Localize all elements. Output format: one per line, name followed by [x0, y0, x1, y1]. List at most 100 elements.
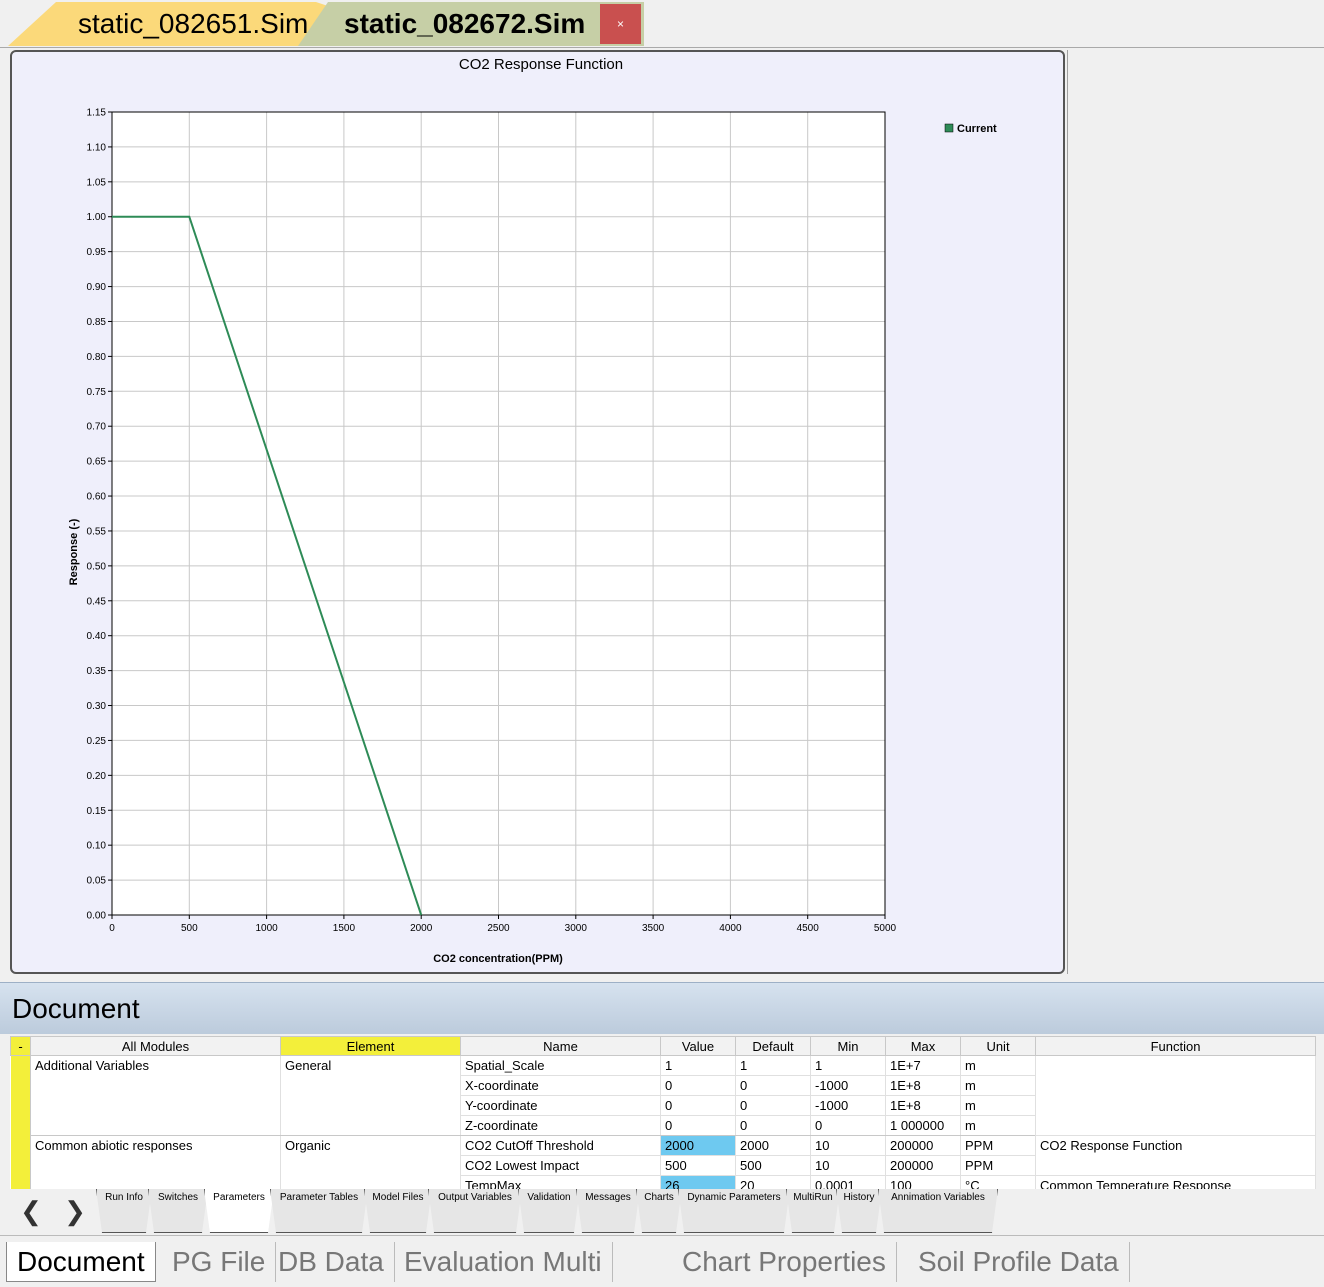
min-cell: 10: [810, 1135, 886, 1156]
value-cell-selected[interactable]: 2000: [660, 1135, 736, 1156]
x-tick-label: 1500: [333, 923, 356, 934]
x-tick-label: 3000: [565, 923, 588, 934]
pane-tab-evaluation-multi[interactable]: Evaluation Multi: [394, 1242, 613, 1282]
group-marker: [10, 1055, 31, 1189]
element-cell[interactable]: Organic: [280, 1135, 461, 1189]
y-tick-label: 0.95: [87, 247, 107, 258]
sheet-tab-history[interactable]: History: [836, 1189, 882, 1233]
y-tick-label: 0.30: [87, 701, 107, 712]
sheet-tab-validation[interactable]: Validation: [518, 1189, 580, 1233]
sheet-tab-output-variables[interactable]: Output Variables: [428, 1189, 522, 1233]
unit-cell: m: [960, 1095, 1036, 1116]
legend: Current: [944, 123, 997, 135]
column-header-value[interactable]: Value: [660, 1036, 736, 1056]
y-tick-label: 0.80: [87, 352, 107, 363]
column-header-unit[interactable]: Unit: [960, 1036, 1036, 1056]
close-tab-button[interactable]: ×: [600, 4, 641, 44]
element-cell[interactable]: General: [280, 1055, 461, 1136]
min-cell: 1: [810, 1055, 886, 1076]
y-tick-label: 0.85: [87, 317, 107, 328]
y-tick-label: 0.65: [87, 457, 107, 468]
x-tick-label: 4500: [797, 923, 820, 934]
column-header-function[interactable]: Function: [1035, 1036, 1316, 1056]
y-axis-ticks: 0.00 0.05 0.10 0.15 0.20 0.25 0.30 0.35 0.40 0.45…: [87, 108, 112, 922]
max-cell: 1E+8: [885, 1095, 961, 1116]
parameter-grid: - All Modules Element Name Value Default…: [10, 1036, 1316, 1189]
max-cell: 100: [885, 1175, 961, 1189]
value-cell[interactable]: 0: [660, 1075, 736, 1096]
column-header-default[interactable]: Default: [735, 1036, 811, 1056]
sheet-tab-messages[interactable]: Messages: [576, 1189, 640, 1233]
app-window: static_082651.Sim static_082672.Sim × CO…: [0, 0, 1324, 1287]
default-cell: 0: [735, 1115, 811, 1136]
doc-tab-static-082672[interactable]: static_082672.Sim: [298, 2, 644, 46]
name-cell: TempMax: [460, 1175, 661, 1189]
collapse-toggle[interactable]: -: [10, 1036, 31, 1056]
y-tick-label: 0.70: [87, 422, 107, 433]
column-header-all-modules[interactable]: All Modules: [30, 1036, 281, 1056]
doc-tab-static-082651[interactable]: static_082651.Sim: [8, 2, 328, 46]
chart-title: CO2 Response Function: [459, 56, 623, 73]
column-header-min[interactable]: Min: [810, 1036, 886, 1056]
function-cell[interactable]: Common Temperature Response: [1035, 1175, 1316, 1189]
name-cell: X-coordinate: [460, 1075, 661, 1096]
document-pane-header: Document: [0, 982, 1324, 1034]
column-header-element[interactable]: Element: [280, 1036, 461, 1056]
max-cell: 200000: [885, 1135, 961, 1156]
value-cell[interactable]: 1: [660, 1055, 736, 1076]
y-tick-label: 0.90: [87, 282, 107, 293]
pane-tab-db-data[interactable]: DB Data: [268, 1242, 395, 1282]
x-axis-ticks: 0 500 1000 1500 2000 2500 3000 3500 4000 4500 5000: [109, 915, 897, 934]
function-cell[interactable]: CO2 Response Function: [1035, 1135, 1316, 1176]
min-cell: 0: [810, 1115, 886, 1136]
module-cell[interactable]: Common abiotic responses: [30, 1135, 281, 1189]
table-row[interactable]: Additional Variables General Spatial_Sca…: [10, 1055, 1316, 1189]
pane-tab-document[interactable]: Document: [6, 1242, 156, 1282]
value-cell[interactable]: 500: [660, 1155, 736, 1176]
column-header-max[interactable]: Max: [885, 1036, 961, 1056]
table-row[interactable]: Common abiotic responses Organic CO2 Cut…: [11, 1135, 1316, 1189]
function-cell[interactable]: [1035, 1055, 1316, 1136]
sheet-tab-dynamic-parameters[interactable]: Dynamic Parameters: [678, 1189, 790, 1233]
x-tick-label: 4000: [719, 923, 742, 934]
default-cell: 0: [735, 1095, 811, 1116]
module-cell[interactable]: Additional Variables: [30, 1055, 281, 1136]
x-tick-label: 1000: [255, 923, 278, 934]
right-empty-pane: [1067, 50, 1324, 974]
y-tick-label: 0.05: [87, 876, 107, 887]
column-header-name[interactable]: Name: [460, 1036, 661, 1056]
sheet-tab-run-info[interactable]: Run Info: [96, 1189, 152, 1233]
x-axis-title: CO2 concentration(PPM): [433, 953, 563, 965]
y-tick-label: 0.10: [87, 841, 107, 852]
pane-tab-soil-profile-data[interactable]: Soil Profile Data: [908, 1242, 1130, 1282]
y-tick-label: 1.00: [87, 212, 107, 223]
legend-label-current: Current: [957, 123, 997, 135]
max-cell: 1E+7: [885, 1055, 961, 1076]
name-cell: Z-coordinate: [460, 1115, 661, 1136]
chevron-right-icon[interactable]: ❯: [62, 1198, 88, 1225]
pane-tab-chart-properties[interactable]: Chart Properties: [672, 1242, 897, 1282]
unit-cell: PPM: [960, 1135, 1036, 1156]
sheet-tab-parameter-tables[interactable]: Parameter Tables: [270, 1189, 368, 1233]
name-cell: CO2 CutOff Threshold: [460, 1135, 661, 1156]
sheet-tab-charts[interactable]: Charts: [636, 1189, 682, 1233]
pane-tab-pg-file[interactable]: PG File: [162, 1242, 277, 1282]
y-tick-label: 0.25: [87, 736, 107, 747]
bottom-pane-tabs: Document PG File DB Data Evaluation Mult…: [0, 1235, 1324, 1287]
chevron-left-icon[interactable]: ❮: [18, 1198, 44, 1225]
sheet-tab-parameters[interactable]: Parameters: [204, 1189, 274, 1233]
sheet-tab-model-files[interactable]: Model Files: [364, 1189, 432, 1233]
value-cell[interactable]: 0: [660, 1115, 736, 1136]
sheet-tab-animation-variables[interactable]: Annimation Variables: [878, 1189, 998, 1233]
value-cell[interactable]: 0: [660, 1095, 736, 1116]
value-cell-selected[interactable]: 26: [660, 1175, 736, 1189]
y-tick-label: 0.40: [87, 631, 107, 642]
sheet-tab-multirun[interactable]: MultiRun: [786, 1189, 840, 1233]
sheet-tab-switches[interactable]: Switches: [148, 1189, 208, 1233]
unit-cell: m: [960, 1075, 1036, 1096]
y-axis-title: Response (-): [68, 518, 80, 585]
y-tick-label: 1.10: [87, 142, 107, 153]
y-tick-label: 0.15: [87, 806, 107, 817]
min-cell: -1000: [810, 1095, 886, 1116]
y-tick-label: 1.15: [87, 108, 107, 119]
